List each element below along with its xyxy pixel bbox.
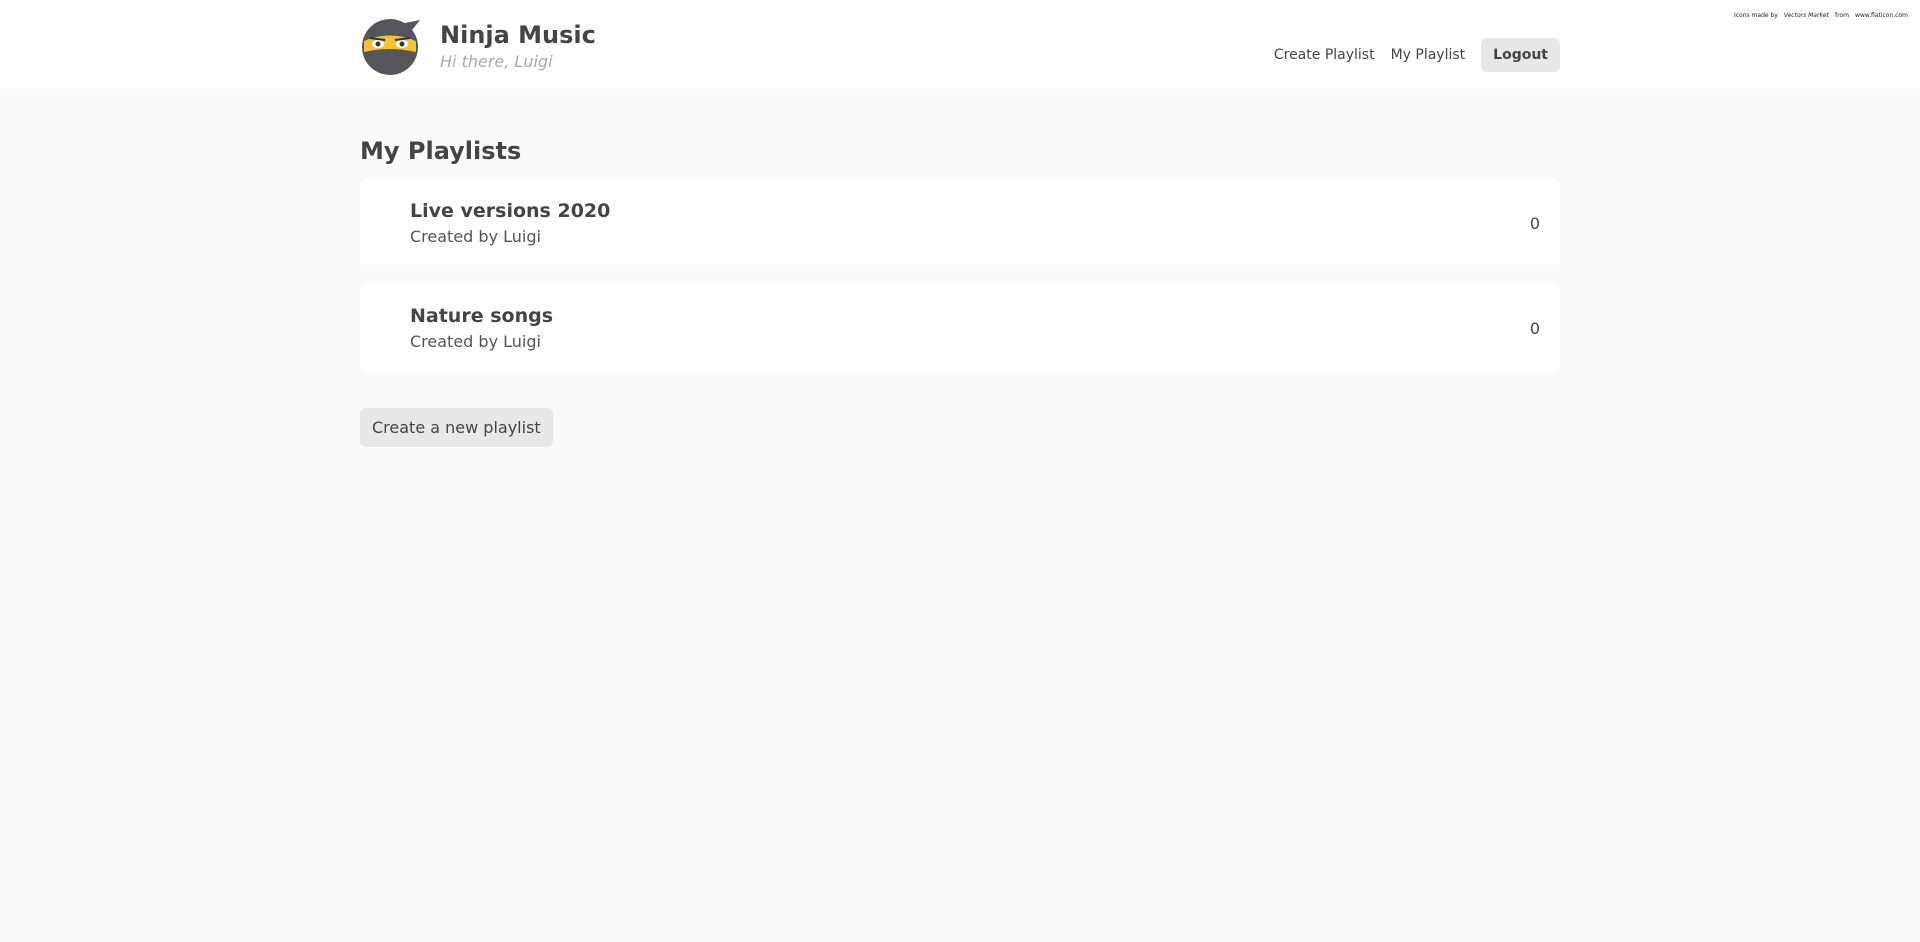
credit-prefix: Icons made by [1733,12,1778,19]
playlist-title: Nature songs [410,305,554,327]
playlist-info: Nature songs Created by Luigi [410,305,553,351]
playlist-creator: Created by Luigi [410,227,541,246]
brand: Ninja Music Hi there, Luigi [440,20,596,71]
playlist-song-count: 0 [1529,213,1540,233]
playlist-song-count: 0 [1529,318,1540,338]
page-title: My Playlists [360,137,522,165]
nav-my-playlist-link[interactable]: My Playlist [1391,47,1466,63]
playlist-creator: Created by Luigi [410,332,541,351]
site-header: Ninja Music Hi there, Luigi Create Playl… [0,0,1920,91]
playlist-card[interactable]: Nature songs Created by Luigi 0 [360,284,1560,372]
app-title: Ninja Music [440,21,596,49]
credit-middle: from [1834,12,1849,19]
playlist-card[interactable]: Live versions 2020 Created by Luigi 0 [360,179,1560,267]
header-inner: Ninja Music Hi there, Luigi Create Playl… [360,0,1560,91]
logout-button[interactable]: Logout [1481,37,1560,72]
attribution-credit: Icons made by Vectors Market from www.fl… [1734,12,1908,19]
create-playlist-button[interactable]: Create a new playlist [360,408,553,447]
playlist-info: Live versions 2020 Created by Luigi [410,200,610,246]
greeting-text: Hi there, Luigi [440,52,553,71]
nav-create-playlist-link[interactable]: Create Playlist [1274,47,1375,63]
main-content: My Playlists Live versions 2020 Created … [360,91,1560,447]
top-nav: Create Playlist My Playlist Logout [1274,37,1560,72]
ninja-avatar-icon [362,18,420,75]
credit-site-link[interactable]: www.flaticon.com [1855,12,1908,19]
credit-author-link[interactable]: Vectors Market [1784,12,1829,19]
playlist-title: Live versions 2020 [410,200,611,222]
